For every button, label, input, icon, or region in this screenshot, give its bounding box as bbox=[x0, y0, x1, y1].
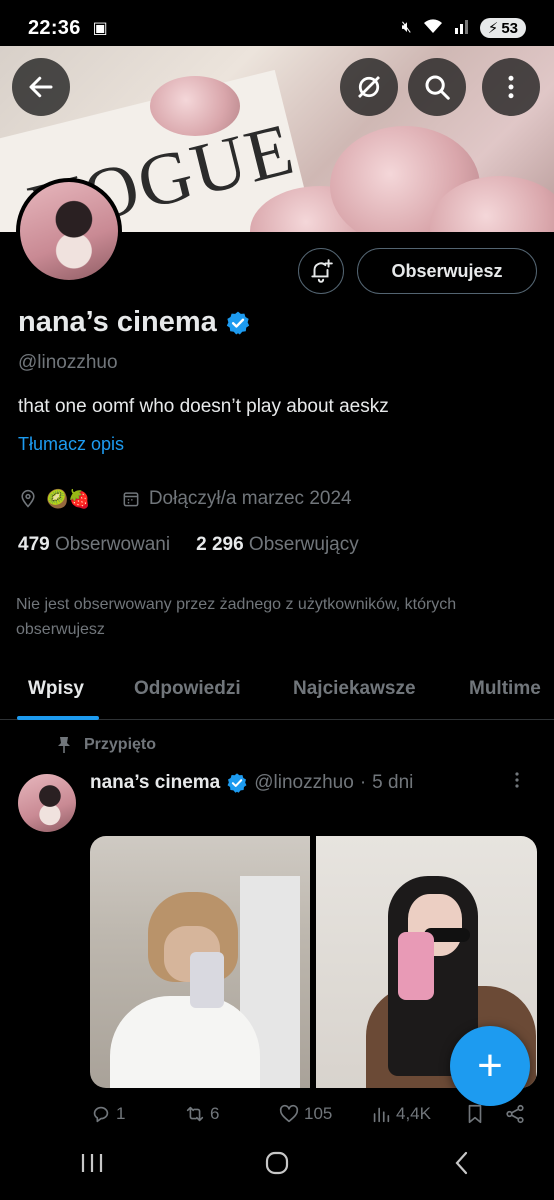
reply-icon bbox=[93, 1106, 109, 1123]
vertical-dots-icon bbox=[508, 75, 514, 99]
home-button[interactable] bbox=[247, 1150, 307, 1183]
compose-post-button[interactable]: + bbox=[450, 1026, 530, 1106]
followers-stat[interactable]: 2 296 Obserwujący bbox=[196, 534, 359, 556]
banner-rose bbox=[150, 76, 240, 136]
charging-icon: ⚡ bbox=[487, 20, 499, 37]
verified-badge-icon[interactable] bbox=[225, 310, 251, 336]
location-pin-icon bbox=[21, 489, 35, 508]
like-button[interactable]: 105 bbox=[278, 1103, 332, 1125]
following-button[interactable]: Obserwujesz bbox=[357, 248, 537, 294]
following-count: 479 bbox=[18, 534, 50, 555]
search-icon bbox=[425, 75, 450, 100]
system-back-button[interactable] bbox=[432, 1150, 492, 1183]
post-author-avatar[interactable] bbox=[18, 774, 76, 832]
photo-subject bbox=[110, 996, 260, 1088]
followers-count: 2 296 bbox=[196, 534, 244, 555]
reply-button[interactable]: 1 bbox=[90, 1103, 125, 1125]
pinned-indicator: Przypięto bbox=[56, 736, 156, 754]
recent-apps-icon bbox=[82, 1154, 103, 1172]
grok-button[interactable] bbox=[340, 58, 398, 116]
search-button[interactable] bbox=[408, 58, 466, 116]
more-options-button[interactable] bbox=[482, 58, 540, 116]
grok-icon bbox=[358, 76, 380, 98]
bookmark-button[interactable] bbox=[464, 1103, 486, 1125]
profile-handle: @linozzhuo bbox=[18, 352, 118, 373]
notifications-bell-button[interactable] bbox=[298, 248, 344, 294]
vertical-dots-icon bbox=[515, 772, 519, 788]
location-text: 🥝🍓 bbox=[46, 488, 91, 509]
follow-stats: 479 Obserwowani 2 296 Obserwujący bbox=[18, 534, 359, 556]
views-chart-icon bbox=[373, 1107, 390, 1123]
battery-indicator: ⚡ 53 bbox=[479, 18, 526, 38]
system-navigation-bar bbox=[0, 1132, 554, 1200]
tab-posts[interactable]: Wpisy bbox=[28, 678, 84, 700]
active-tab-indicator bbox=[17, 716, 99, 720]
views-count: 4,4K bbox=[396, 1104, 431, 1123]
bell-plus-icon bbox=[311, 259, 333, 283]
share-icon bbox=[506, 1104, 524, 1124]
like-count: 105 bbox=[304, 1104, 333, 1123]
verified-badge-icon bbox=[227, 773, 247, 793]
status-icons: 🔇︎ ⚡ 53 bbox=[402, 17, 526, 40]
repost-count: 6 bbox=[210, 1104, 220, 1123]
not-followed-note: Nie jest obserwowany przez żadnego z uży… bbox=[16, 596, 457, 638]
tab-highlights[interactable]: Najciekawsze bbox=[293, 678, 416, 700]
battery-level: 53 bbox=[501, 19, 518, 37]
post-photo-1[interactable] bbox=[90, 836, 310, 1088]
signal-icon bbox=[454, 18, 470, 39]
tab-media[interactable]: Multime bbox=[469, 678, 541, 700]
repost-icon bbox=[186, 1106, 204, 1122]
plus-icon: + bbox=[477, 1041, 503, 1090]
tab-replies[interactable]: Odpowiedzi bbox=[134, 678, 241, 700]
reply-count: 1 bbox=[116, 1104, 126, 1123]
post-actions: 1 6 105 4,4K bbox=[90, 1100, 530, 1128]
screen-record-icon: ▣ bbox=[92, 20, 108, 37]
following-stat[interactable]: 479 Obserwowani bbox=[18, 534, 170, 556]
calendar-icon bbox=[123, 492, 139, 507]
repost-button[interactable]: 6 bbox=[184, 1103, 219, 1125]
post-age[interactable]: 5 dni bbox=[372, 772, 413, 794]
wifi-icon bbox=[422, 17, 444, 40]
bookmark-icon bbox=[468, 1104, 482, 1124]
status-time: 22:36 bbox=[28, 16, 81, 39]
post-author-name[interactable]: nana’s cinema bbox=[90, 772, 220, 794]
profile-meta: 🥝🍓 Dołączył/a marzec 2024 bbox=[18, 488, 352, 510]
photo-subject bbox=[190, 952, 224, 1008]
back-button[interactable] bbox=[12, 58, 70, 116]
post-more-button[interactable] bbox=[514, 770, 520, 796]
profile-tabs: Wpisy Odpowiedzi Najciekawsze Multime bbox=[0, 660, 554, 720]
joined-date: Dołączył/a marzec 2024 bbox=[148, 488, 352, 509]
photo-subject bbox=[398, 932, 434, 1000]
pinned-label: Przypięto bbox=[84, 736, 157, 753]
profile-bio: that one oomf who doesn’t play about aes… bbox=[18, 396, 389, 417]
home-icon bbox=[265, 1151, 289, 1174]
pin-icon bbox=[58, 737, 70, 753]
translate-bio-link[interactable]: Tłumacz opis bbox=[18, 434, 124, 455]
post-separator: · bbox=[359, 772, 367, 793]
chevron-left-icon bbox=[455, 1151, 467, 1174]
mute-icon: 🔇︎ bbox=[401, 19, 412, 36]
recent-apps-button[interactable] bbox=[62, 1150, 122, 1182]
profile-name-row: nana’s cinema bbox=[18, 306, 251, 339]
heart-icon bbox=[279, 1104, 299, 1123]
followers-label: Obserwujący bbox=[248, 534, 359, 555]
views-button[interactable]: 4,4K bbox=[370, 1103, 431, 1125]
profile-name: nana’s cinema bbox=[18, 306, 217, 338]
following-label: Obserwowani bbox=[54, 534, 171, 555]
post-header: nana’s cinema @linozzhuo · 5 dni bbox=[90, 772, 413, 794]
profile-avatar[interactable] bbox=[16, 178, 122, 284]
arrow-left-icon bbox=[29, 76, 53, 98]
post-author-handle[interactable]: @linozzhuo bbox=[254, 772, 354, 794]
share-button[interactable] bbox=[504, 1103, 526, 1125]
